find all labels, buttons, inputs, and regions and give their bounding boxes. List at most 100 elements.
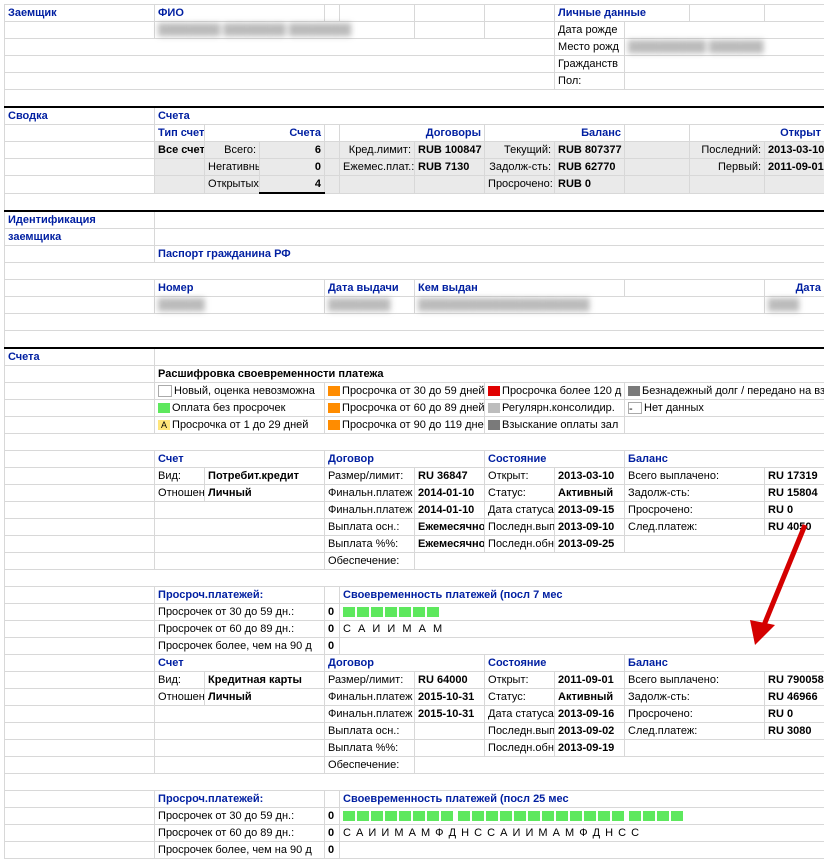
debt-val: RUB 62770	[555, 159, 625, 176]
a1-late3-val: 0	[325, 638, 340, 655]
a2-final2-val: 2015-10-31	[415, 706, 485, 723]
a1-overdue-val: RU 0	[765, 502, 824, 519]
a1-status-val: Активный	[555, 485, 625, 502]
a2-status-val: Активный	[555, 689, 625, 706]
a1-late3-label: Просрочек более, чем на 90 д	[155, 638, 325, 655]
a2-late1-label: Просрочек от 30 до 59 дн.:	[155, 808, 325, 825]
passport-number: Номер	[155, 280, 325, 297]
dob-label: Дата рожде	[555, 22, 625, 39]
current-val: RUB 807377	[555, 142, 625, 159]
hdr-balance: Баланс	[485, 125, 625, 142]
ident-section2: заемщика	[5, 229, 155, 246]
hdr-contracts: Договоры	[340, 125, 485, 142]
a1-pay-label: Выплата осн.:	[325, 519, 415, 536]
overdue-val: RUB 0	[555, 176, 625, 194]
legend-dg1: Безнадежный долг / передано на взы	[625, 383, 824, 400]
a2-status-label: Статус:	[485, 689, 555, 706]
a1-final-val: 2014-01-10	[415, 485, 485, 502]
total-label: Всего:	[205, 142, 260, 159]
a1-status: Состояние	[485, 451, 625, 468]
passport-label: Паспорт гражданина РФ	[155, 246, 824, 263]
a1-size-val: RU 36847	[415, 468, 485, 485]
credit-report-grid: Заемщик ФИО Личные данные ████████ █████…	[4, 4, 824, 859]
all-accounts: Все счет	[155, 142, 205, 159]
a1-dstat-val: 2013-09-15	[555, 502, 625, 519]
a2-status: Состояние	[485, 655, 625, 672]
a2-late3-val: 0	[325, 842, 340, 859]
summary-accounts: Счета	[155, 107, 824, 125]
legend-g2: Оплата без просрочек	[155, 400, 325, 417]
passport-issued: Дата выдачи	[325, 280, 415, 297]
passport-issued-by: Кем выдан	[415, 280, 625, 297]
fio-value: ████████ ████████ ████████	[155, 22, 415, 39]
borrower-section: Заемщик	[5, 5, 155, 22]
a2-late3-label: Просрочек более, чем на 90 д	[155, 842, 325, 859]
a1-lastupd-label: Последн.обно	[485, 536, 555, 553]
a2-timeliness-letters: С А И И М А М Ф Д Н С С А И И М А М Ф Д …	[340, 825, 824, 842]
debt-label: Задолж-сть:	[485, 159, 555, 176]
current-label: Текущий:	[485, 142, 555, 159]
a1-next-label: След.платеж:	[625, 519, 765, 536]
a2-rel-val: Личный	[205, 689, 325, 706]
a1-timeliness-bar	[340, 604, 824, 621]
a1-late-section: Просроч.платежей:	[155, 587, 325, 604]
summary-section: Сводка	[5, 107, 155, 125]
a1-dstat-label: Дата статуса	[485, 502, 555, 519]
ident-section1: Идентификация	[5, 211, 155, 229]
a2-final-val: 2015-10-31	[415, 689, 485, 706]
a2-lastupd-label: Последн.обно	[485, 740, 555, 757]
legend-g1: Новый, оценка невозможна	[155, 383, 325, 400]
legend-o2: Просрочка от 60 до 89 дней	[325, 400, 485, 417]
a1-size-label: Размер/лимит:	[325, 468, 415, 485]
a2-size-label: Размер/лимит:	[325, 672, 415, 689]
hdr-accounts: Счета	[205, 125, 325, 142]
a2-lastupd-val: 2013-09-19	[555, 740, 625, 757]
legend-o1: Просрочка от 30 до 59 дней	[325, 383, 485, 400]
legend-o3: Просрочка от 90 до 119 дней	[325, 417, 485, 434]
legend-r1: Просрочка более 120 д	[485, 383, 625, 400]
a1-status-label: Статус:	[485, 485, 555, 502]
a2-final2-label: Финальн.платеж	[325, 706, 415, 723]
a2-lastpay-label: Последн.выпл	[485, 723, 555, 740]
a1-contract: Договор	[325, 451, 485, 468]
a2-next-val: RU 3080	[765, 723, 824, 740]
a1-lastpay-label: Последн.выпл	[485, 519, 555, 536]
a1-type-label: Вид:	[155, 468, 205, 485]
a1-secure-label: Обеспечение:	[325, 553, 415, 570]
a2-size-val: RU 64000	[415, 672, 485, 689]
accounts-section: Счета	[5, 348, 155, 366]
a1-open-label: Открыт:	[485, 468, 555, 485]
a2-type-val: Кредитная карты	[205, 672, 325, 689]
a1-paypc-val: Ежемесячно	[415, 536, 485, 553]
a2-final-label: Финальн.платеж	[325, 689, 415, 706]
open-label: Открытых:	[205, 176, 260, 194]
credit-limit-label: Кред.лимит:	[340, 142, 415, 159]
monthly-val: RUB 7130	[415, 159, 485, 176]
a2-overdue-val: RU 0	[765, 706, 824, 723]
a2-paid-val: RU 790058	[765, 672, 824, 689]
monthly-label: Ежемес.плат.:	[340, 159, 415, 176]
a1-late1-label: Просрочек от 30 до 59 дн.:	[155, 604, 325, 621]
a1-final2-label: Финальн.платеж	[325, 502, 415, 519]
a1-late2-val: 0	[325, 621, 340, 638]
a1-paid-label: Всего выплачено:	[625, 468, 765, 485]
a2-dstat-label: Дата статуса	[485, 706, 555, 723]
credit-limit-val: RUB 100847	[415, 142, 485, 159]
legend-title: Расшифровка своевременности платежа	[155, 366, 824, 383]
fio-label: ФИО	[155, 5, 325, 22]
a2-account: Счет	[155, 655, 325, 672]
a1-late1-val: 0	[325, 604, 340, 621]
hdr-opened: Открыт	[690, 125, 824, 142]
first-val: 2011-09-01	[765, 159, 824, 176]
a2-rel-label: Отношени	[155, 689, 205, 706]
total-val: 6	[260, 142, 325, 159]
legend-gr1: Регулярн.консолидир.	[485, 400, 625, 417]
a2-late2-label: Просрочек от 60 до 89 дн.:	[155, 825, 325, 842]
legend-nd: -Нет данных	[625, 400, 824, 417]
a2-timeliness: Своевременность платежей (посл 25 мес	[340, 791, 824, 808]
first-label: Первый:	[690, 159, 765, 176]
a2-contract: Договор	[325, 655, 485, 672]
a1-lastupd-val: 2013-09-25	[555, 536, 625, 553]
a1-open-val: 2013-03-10	[555, 468, 625, 485]
a2-next-label: След.платеж:	[625, 723, 765, 740]
